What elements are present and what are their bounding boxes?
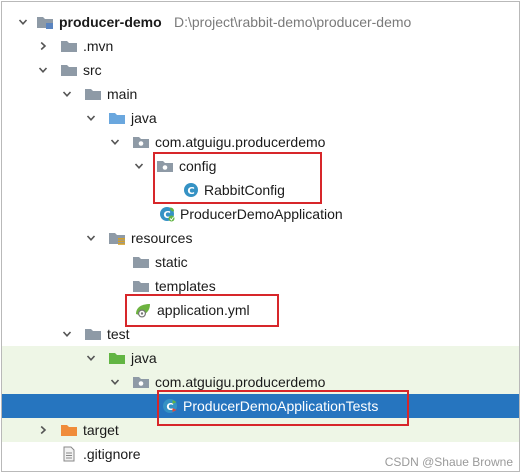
tree-row-test-java[interactable]: java: [2, 346, 519, 370]
package-icon: [156, 154, 174, 178]
tree-label: resources: [131, 230, 193, 246]
tree-label: config: [179, 158, 217, 174]
chevron-down-icon[interactable]: [108, 370, 122, 394]
tree-label: src: [83, 62, 102, 78]
tree-row-static[interactable]: static: [2, 250, 519, 274]
tree-row-package-test[interactable]: com.atguigu.producerdemo: [2, 370, 519, 394]
folder-icon: [84, 322, 102, 346]
chevron-down-icon[interactable]: [36, 58, 50, 82]
tree-row-test[interactable]: test: [2, 322, 519, 346]
tree-row-application-yml[interactable]: application.yml: [2, 298, 519, 322]
tree-row-mvn[interactable]: .mvn: [2, 34, 519, 58]
folder-icon: [132, 274, 150, 298]
tree-label: main: [107, 86, 138, 102]
tree-label: com.atguigu.producerdemo: [155, 134, 326, 150]
tree-label: ProducerDemoApplication: [180, 206, 343, 222]
project-tool-window: producer-demo D:\project\rabbit-demo\pro…: [1, 1, 520, 472]
tree-row-main[interactable]: main: [2, 82, 519, 106]
tree-row-target[interactable]: target: [2, 418, 519, 442]
chevron-down-icon[interactable]: [108, 130, 122, 154]
package-icon: [132, 370, 150, 394]
tree-row-config[interactable]: config: [2, 154, 519, 178]
tree-row-producerdemoapplicationtests[interactable]: ProducerDemoApplicationTests: [2, 394, 519, 418]
folder-icon: [132, 250, 150, 274]
tree-row-package-main[interactable]: com.atguigu.producerdemo: [2, 130, 519, 154]
test-class-icon: [161, 394, 179, 418]
spring-boot-class-icon: [158, 202, 176, 226]
chevron-down-icon[interactable]: [132, 154, 146, 178]
chevron-down-icon[interactable]: [16, 10, 30, 34]
tree-label: java: [131, 110, 157, 126]
tree-label: .mvn: [83, 38, 114, 54]
folder-icon: [60, 58, 78, 82]
chevron-down-icon[interactable]: [84, 106, 98, 130]
source-root-folder-icon: [108, 106, 126, 130]
chevron-down-icon[interactable]: [84, 346, 98, 370]
module-folder-icon: [36, 10, 54, 34]
tree-label: static: [155, 254, 188, 270]
tree-label: ProducerDemoApplicationTests: [183, 398, 379, 414]
tree-label: target: [83, 422, 119, 438]
class-icon: [182, 178, 200, 202]
folder-icon: [60, 34, 78, 58]
package-icon: [132, 130, 150, 154]
tree-row-producerdemoapplication[interactable]: ProducerDemoApplication: [2, 202, 519, 226]
tree-label: java: [131, 350, 157, 366]
tree-label: templates: [155, 278, 216, 294]
tree-row-src[interactable]: src: [2, 58, 519, 82]
chevron-right-icon[interactable]: [36, 34, 50, 58]
chevron-down-icon[interactable]: [60, 82, 74, 106]
tree-label: producer-demo: [59, 14, 162, 30]
tree-label: RabbitConfig: [204, 182, 285, 198]
tree-row-main-java[interactable]: java: [2, 106, 519, 130]
folder-icon: [84, 82, 102, 106]
file-icon: [60, 442, 78, 466]
tree-row-resources[interactable]: resources: [2, 226, 519, 250]
chevron-right-icon[interactable]: [36, 418, 50, 442]
excluded-folder-icon: [60, 418, 78, 442]
tree-row-producer-demo[interactable]: producer-demo D:\project\rabbit-demo\pro…: [2, 10, 519, 34]
test-root-folder-icon: [108, 346, 126, 370]
spring-yml-icon: [134, 298, 152, 322]
chevron-down-icon[interactable]: [60, 322, 74, 346]
tree-label: com.atguigu.producerdemo: [155, 374, 326, 390]
tree-row-templates[interactable]: templates: [2, 274, 519, 298]
chevron-down-icon[interactable]: [84, 226, 98, 250]
resources-folder-icon: [108, 226, 126, 250]
watermark-text: CSDN @Shaue Browne: [384, 455, 513, 469]
tree-row-rabbitconfig[interactable]: RabbitConfig: [2, 178, 519, 202]
tree-label: application.yml: [157, 302, 250, 318]
tree-label: test: [107, 326, 130, 342]
module-path: D:\project\rabbit-demo\producer-demo: [174, 14, 412, 30]
tree-label: .gitignore: [83, 446, 141, 462]
